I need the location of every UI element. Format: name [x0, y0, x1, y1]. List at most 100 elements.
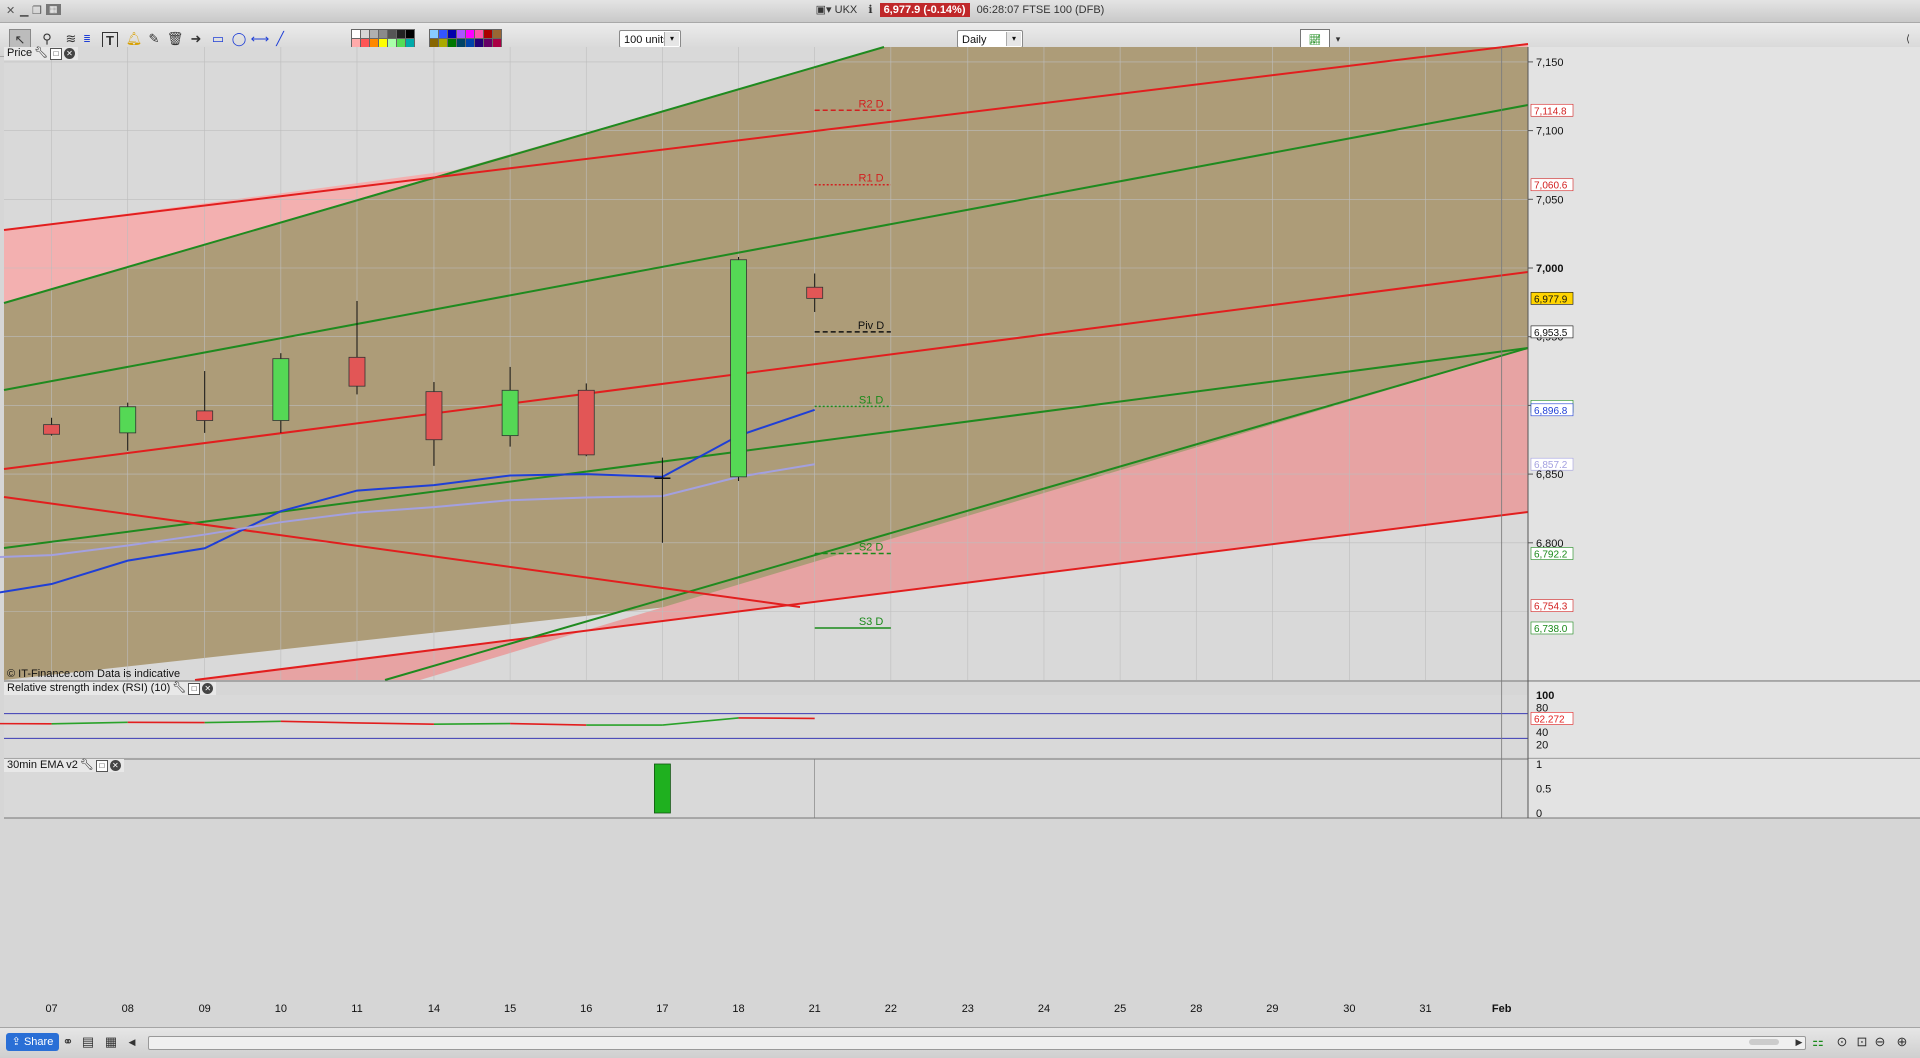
scroll-left-icon[interactable]: ◀: [122, 1032, 142, 1052]
chart-canvas[interactable]: R2 DR1 DPiv DS1 DS2 DS3 D7,1507,1007,050…: [0, 27, 1920, 1027]
maximize-icon[interactable]: □: [96, 760, 108, 772]
rsi-panel-label: Relative strength index (RSI) (10): [7, 682, 170, 695]
x-axis-label: 11: [351, 1003, 362, 1015]
candle-body: [273, 359, 289, 421]
maximize-icon[interactable]: □: [50, 48, 62, 60]
price-tag-label: 6,754.3: [1534, 602, 1568, 613]
ema-panel-background: [4, 760, 1528, 818]
copyright-notice: © IT-Finance.com Data is indicative: [4, 668, 183, 681]
x-axis-label: 14: [428, 1003, 440, 1015]
price-tag-label: 6,896.8: [1534, 406, 1568, 417]
x-axis-label: 25: [1114, 1003, 1126, 1015]
x-axis-label: 28: [1190, 1003, 1202, 1015]
candle-16: [578, 383, 594, 456]
ema-axis-label: 1: [1536, 759, 1542, 771]
x-axis-label: 21: [809, 1003, 821, 1015]
ema-axis-background: [1528, 759, 1920, 818]
x-axis-label: Feb: [1492, 1003, 1512, 1015]
price-axis-label: 7,150: [1536, 57, 1564, 69]
window-title: ▣▾ UKX ℹ 6,977.9 (-0.14%) 06:28:07 FTSE …: [0, 3, 1920, 17]
pivot-label: Piv D: [858, 320, 884, 332]
x-axis-label: 10: [275, 1003, 287, 1015]
price-tag: 6,953.5: [1531, 326, 1573, 339]
x-axis-label: 24: [1038, 1003, 1050, 1015]
close-icon[interactable]: ✕: [110, 760, 121, 771]
ema-axis-label: 0.5: [1536, 784, 1551, 796]
price-axis-label: 7,000: [1536, 263, 1564, 275]
price-tag-label: 6,857.2: [1534, 460, 1568, 471]
ema-signal-bar: [654, 764, 670, 813]
pivot-label: R2 D: [859, 98, 884, 110]
candle-body: [502, 390, 518, 435]
x-axis-label: 17: [656, 1003, 668, 1015]
wrench-icon[interactable]: 🔧︎: [80, 759, 94, 772]
scroll-right-icon[interactable]: ▶: [1789, 1032, 1809, 1052]
symbol-lock-icon: ▣▾: [816, 4, 832, 16]
rsi-axis-label: 40: [1536, 727, 1548, 739]
ema-panel-label: 30min EMA v2: [7, 759, 78, 772]
zoom-selection-icon[interactable]: ⊡: [1852, 1032, 1872, 1052]
price-tag: 6,857.2: [1531, 458, 1573, 471]
horizontal-scrollbar[interactable]: [148, 1036, 1806, 1050]
x-axis-label: 23: [962, 1003, 974, 1015]
grid-icon[interactable]: ▦: [101, 1032, 121, 1052]
rsi-axis-label: 20: [1536, 740, 1548, 752]
pivot-label: R1 D: [859, 173, 884, 185]
x-axis-label: 08: [122, 1003, 134, 1015]
candle-body: [578, 390, 594, 455]
candle-18: [731, 257, 747, 481]
price-tag: 6,792.2: [1531, 548, 1573, 561]
layout-icon[interactable]: ⚏: [1808, 1032, 1828, 1052]
share-button[interactable]: ⇪ Share: [6, 1033, 59, 1051]
rsi-axis-background: [1528, 681, 1920, 757]
symbol-label: UKX: [835, 4, 858, 16]
price-tag-label: 7,114.8: [1534, 106, 1567, 117]
rsi-line-segment: [434, 724, 510, 725]
price-tag: 7,114.8: [1531, 104, 1573, 117]
candle-body: [44, 425, 60, 435]
price-tag-label: 6,977.9: [1534, 294, 1568, 305]
price-tag-label: 6,953.5: [1534, 328, 1568, 339]
rsi-value-tag: 62.272: [1534, 714, 1565, 725]
x-axis-label: 16: [580, 1003, 592, 1015]
share-label: Share: [24, 1036, 53, 1048]
zoom-out-icon[interactable]: ⊖: [1870, 1032, 1890, 1052]
price-tag: 6,977.9: [1531, 292, 1573, 305]
close-icon[interactable]: ✕: [64, 48, 75, 59]
price-tag: 6,738.0: [1531, 622, 1573, 635]
price-badge: 6,977.9 (-0.14%): [880, 3, 970, 17]
instrument-info: 06:28:07 FTSE 100 (DFB): [977, 4, 1105, 16]
bottom-toolbar: ⇪ Share ⚭ ▤ ▦ ◀ ▶ ⚏ ⊙ ⊡ ⊖ ⊕: [0, 1027, 1920, 1058]
zoom-fit-icon[interactable]: ⊙: [1832, 1032, 1852, 1052]
info-icon[interactable]: ℹ: [868, 4, 872, 16]
price-tag: 7,060.6: [1531, 179, 1573, 192]
window-titlebar: ✕ ▁ ❐ ▦ ▣▾ UKX ℹ 6,977.9 (-0.14%) 06:28:…: [0, 0, 1920, 23]
price-panel-label: Price: [7, 47, 32, 60]
table-icon[interactable]: ▤: [78, 1032, 98, 1052]
wrench-icon[interactable]: 🔧︎: [34, 47, 48, 60]
x-axis-label: 30: [1343, 1003, 1355, 1015]
link-icon[interactable]: ⚭: [58, 1032, 78, 1052]
x-axis-label: 15: [504, 1003, 516, 1015]
maximize-icon[interactable]: □: [188, 683, 200, 695]
wrench-icon[interactable]: 🔧︎: [172, 682, 186, 695]
x-axis-label: 18: [732, 1003, 744, 1015]
candle-body: [426, 392, 442, 440]
pivot-label: S3 D: [859, 616, 884, 628]
price-tag-label: 7,060.6: [1534, 181, 1568, 192]
copyright-text: © IT-Finance.com Data is indicative: [7, 668, 180, 681]
zoom-in-icon[interactable]: ⊕: [1892, 1032, 1912, 1052]
x-axis-label: 29: [1266, 1003, 1278, 1015]
ema-panel-header: 30min EMA v2 🔧︎ □ ✕: [4, 759, 124, 772]
close-icon[interactable]: ✕: [202, 683, 213, 694]
rsi-panel-background: [4, 695, 1528, 757]
candle-body: [807, 287, 823, 298]
pivot-label: S2 D: [859, 542, 884, 554]
share-icon: ⇪: [12, 1036, 21, 1048]
candle-body: [197, 411, 213, 421]
price-panel-header: Price 🔧︎ □ ✕: [4, 47, 78, 60]
scrollbar-thumb[interactable]: [1749, 1039, 1779, 1045]
price-tag-label: 6,738.0: [1534, 624, 1568, 635]
pivot-label: S1 D: [859, 394, 884, 406]
x-axis-label: 09: [199, 1003, 211, 1015]
